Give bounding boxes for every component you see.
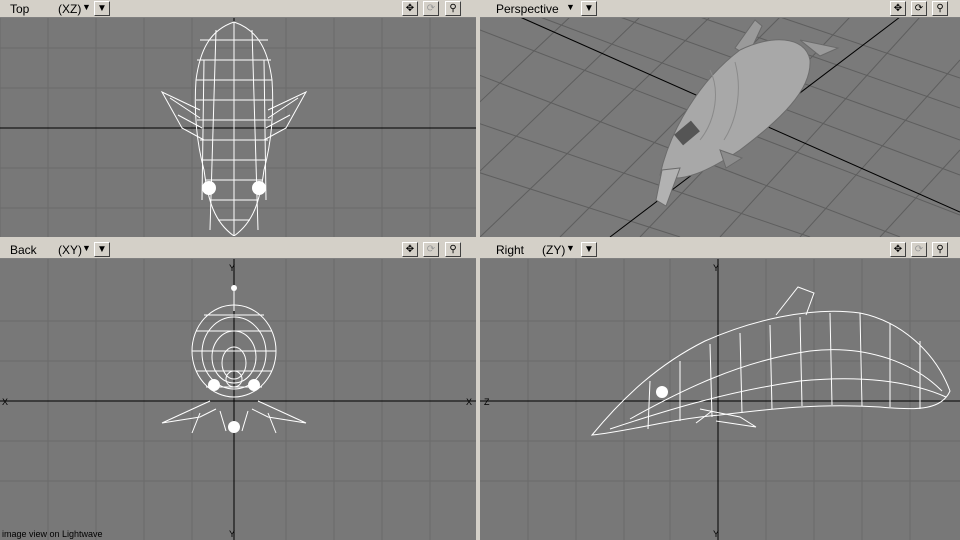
viewport-title[interactable]: Top (10, 2, 29, 16)
view-axis-select[interactable]: (XZ) (58, 2, 81, 16)
viewport-top-canvas[interactable] (0, 0, 476, 237)
axis-label-y: Y (713, 529, 719, 539)
axis-label-z: Z (484, 397, 490, 407)
viewport-top-toolbar: Top (XZ) ▼ ▼ ✥ ⟳ ⚲ (0, 0, 476, 18)
viewport-title[interactable]: Back (10, 243, 37, 257)
chevron-down-icon[interactable]: ▼ (94, 242, 110, 257)
chevron-down-icon[interactable]: ▼ (581, 1, 597, 16)
move-icon[interactable]: ✥ (890, 1, 906, 16)
viewport-perspective-toolbar: Perspective ▼ ▼ ✥ ⟳ ⚲ (480, 0, 960, 18)
axis-label-y: Y (229, 263, 235, 273)
zoom-icon[interactable]: ⚲ (932, 1, 948, 16)
viewport-title[interactable]: Perspective (496, 2, 559, 16)
viewport-perspective[interactable]: Perspective ▼ ▼ ✥ ⟳ ⚲ (480, 0, 960, 237)
chevron-down-icon[interactable]: ▼ (581, 242, 597, 257)
viewport-right[interactable]: Right (ZY) ▼ ▼ ✥ ⟳ ⚲ Y Y Z (480, 241, 960, 540)
viewport-right-toolbar: Right (ZY) ▼ ▼ ✥ ⟳ ⚲ (480, 241, 960, 259)
viewport-right-canvas[interactable]: Y Y Z (480, 241, 960, 540)
viewport-back-canvas[interactable]: Y Y X X (0, 241, 476, 540)
dolphin-wireframe-top (160, 21, 308, 237)
view-axis-select[interactable]: (XY) (58, 243, 82, 257)
rotate-icon[interactable]: ⟳ (911, 1, 927, 16)
chevron-down-icon[interactable]: ▼ (82, 243, 91, 253)
rotate-icon[interactable]: ⟳ (423, 242, 439, 257)
zoom-icon[interactable]: ⚲ (445, 242, 461, 257)
rotate-icon[interactable]: ⟳ (423, 1, 439, 16)
axis-label-x: X (2, 397, 8, 407)
move-icon[interactable]: ✥ (402, 242, 418, 257)
chevron-down-icon[interactable]: ▼ (82, 2, 91, 12)
viewport-perspective-canvas[interactable] (480, 0, 960, 237)
image-caption: image view on Lightwave (2, 529, 103, 539)
viewport-top[interactable]: Top (XZ) ▼ ▼ ✥ ⟳ ⚲ (0, 0, 476, 237)
chevron-down-icon[interactable]: ▼ (566, 243, 575, 253)
zoom-icon[interactable]: ⚲ (932, 242, 948, 257)
axis-label-x: X (466, 397, 472, 407)
view-axis-select[interactable]: (ZY) (542, 243, 565, 257)
axis-label-y: Y (713, 263, 719, 273)
rotate-icon[interactable]: ⟳ (911, 242, 927, 257)
viewport-back-toolbar: Back (XY) ▼ ▼ ✥ ⟳ ⚲ (0, 241, 476, 259)
chevron-down-icon[interactable]: ▼ (94, 1, 110, 16)
move-icon[interactable]: ✥ (890, 242, 906, 257)
zoom-icon[interactable]: ⚲ (445, 1, 461, 16)
axis-label-y: Y (229, 529, 235, 539)
chevron-down-icon[interactable]: ▼ (566, 2, 575, 12)
viewport-back[interactable]: Back (XY) ▼ ▼ ✥ ⟳ ⚲ Y Y X X image view o… (0, 241, 476, 540)
viewport-title[interactable]: Right (496, 243, 524, 257)
move-icon[interactable]: ✥ (402, 1, 418, 16)
